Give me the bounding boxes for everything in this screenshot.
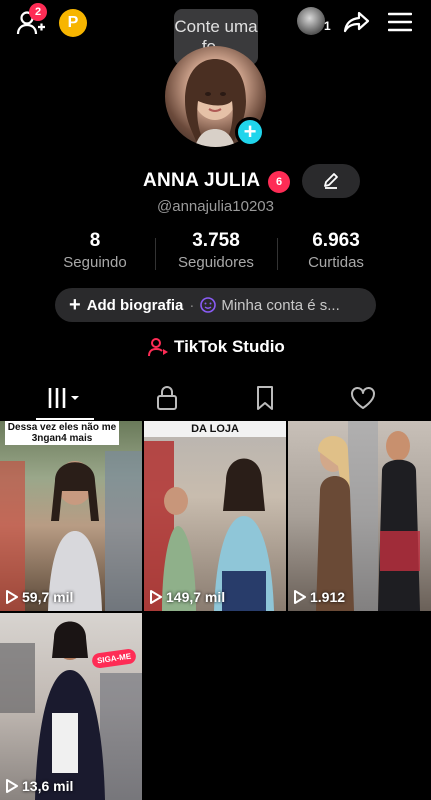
edit-profile-button[interactable] bbox=[302, 164, 360, 198]
smiley-icon bbox=[200, 297, 217, 313]
coin-icon: P bbox=[67, 14, 79, 31]
video-thumbnail-image bbox=[144, 441, 274, 611]
account-info-button[interactable]: Minha conta é s... bbox=[200, 296, 340, 314]
video-thumbnail-image bbox=[0, 451, 142, 611]
hamburger-menu-icon bbox=[388, 12, 412, 32]
tab-private[interactable] bbox=[113, 376, 220, 420]
studio-label: TikTok Studio bbox=[174, 337, 285, 356]
video-caption: Dessa vez eles não me 3ngan4 mais bbox=[5, 421, 119, 445]
stat-likes[interactable]: 6.963 Curtidas bbox=[290, 230, 382, 271]
active-tab-indicator bbox=[36, 418, 94, 420]
bookmark-icon bbox=[256, 386, 273, 410]
stat-following-value: 8 bbox=[89, 230, 101, 251]
tab-liked[interactable] bbox=[309, 376, 416, 420]
menu-button[interactable] bbox=[385, 8, 415, 36]
play-icon bbox=[6, 590, 18, 604]
play-icon bbox=[294, 590, 306, 604]
add-bio-label: Add biografia bbox=[86, 296, 184, 314]
share-button[interactable] bbox=[341, 8, 373, 36]
video-views-count: 1.912 bbox=[310, 589, 346, 605]
profile-handle: @annajulia10203 bbox=[157, 198, 274, 215]
video-thumbnail[interactable]: Dessa vez eles não me 3ngan4 mais 59,7 m… bbox=[0, 421, 142, 611]
studio-person-icon bbox=[148, 338, 168, 357]
stat-following-label: Seguindo bbox=[63, 254, 127, 271]
plus-icon: + bbox=[243, 119, 257, 144]
video-thumbnail-image bbox=[316, 421, 420, 611]
video-views: 149,7 mil bbox=[150, 589, 225, 605]
video-views-count: 59,7 mil bbox=[22, 589, 74, 605]
video-caption: DA LOJA bbox=[144, 421, 286, 437]
stat-likes-value: 6.963 bbox=[312, 230, 360, 251]
video-thumbnail[interactable]: SIGA-ME 13,6 mil bbox=[0, 613, 142, 800]
coins-button[interactable]: P bbox=[59, 9, 87, 37]
stat-following[interactable]: 8 Seguindo bbox=[50, 230, 140, 271]
profile-tabs bbox=[0, 376, 431, 420]
account-info-label: Minha conta é s... bbox=[221, 296, 340, 314]
stat-divider bbox=[155, 238, 156, 270]
friend-requests-badge: 2 bbox=[29, 3, 47, 21]
play-icon bbox=[150, 590, 162, 604]
profile-name: ANNA JULIA bbox=[143, 170, 261, 191]
heart-icon bbox=[350, 387, 375, 409]
video-thumbnail[interactable]: 1.912 bbox=[288, 421, 431, 611]
video-thumbnail[interactable]: DA LOJA 149,7 mil bbox=[144, 421, 286, 611]
stat-followers-value: 3.758 bbox=[192, 230, 240, 251]
stat-followers[interactable]: 3.758 Seguidores bbox=[166, 230, 266, 271]
share-icon bbox=[343, 11, 370, 33]
bio-pill: + Add biografia · Minha conta é s... bbox=[55, 288, 376, 322]
pencil-icon bbox=[324, 173, 338, 189]
dot-separator: · bbox=[189, 296, 195, 314]
tab-saved[interactable] bbox=[211, 376, 318, 420]
tiktok-studio-button[interactable]: TikTok Studio bbox=[148, 337, 285, 357]
video-views-count: 149,7 mil bbox=[166, 589, 226, 605]
video-views-count: 13,6 mil bbox=[22, 778, 74, 794]
live-avatar-button[interactable] bbox=[297, 7, 325, 35]
video-thumbnail-image bbox=[0, 621, 142, 800]
stat-followers-label: Seguidores bbox=[178, 254, 254, 271]
name-level-badge: 6 bbox=[268, 171, 290, 193]
video-views: 59,7 mil bbox=[6, 589, 73, 605]
stat-divider bbox=[277, 238, 278, 270]
add-avatar-plus-button[interactable]: + bbox=[235, 117, 265, 147]
play-icon bbox=[6, 779, 18, 793]
add-bio-button[interactable]: + Add biografia bbox=[69, 295, 183, 315]
lock-icon bbox=[156, 386, 177, 410]
tab-videos[interactable] bbox=[11, 376, 118, 420]
stat-likes-label: Curtidas bbox=[308, 254, 364, 271]
plus-icon: + bbox=[69, 294, 81, 316]
video-views: 13,6 mil bbox=[6, 778, 73, 794]
grid-icon bbox=[48, 388, 79, 408]
video-views: 1.912 bbox=[294, 589, 345, 605]
live-count: 1 bbox=[324, 19, 331, 33]
